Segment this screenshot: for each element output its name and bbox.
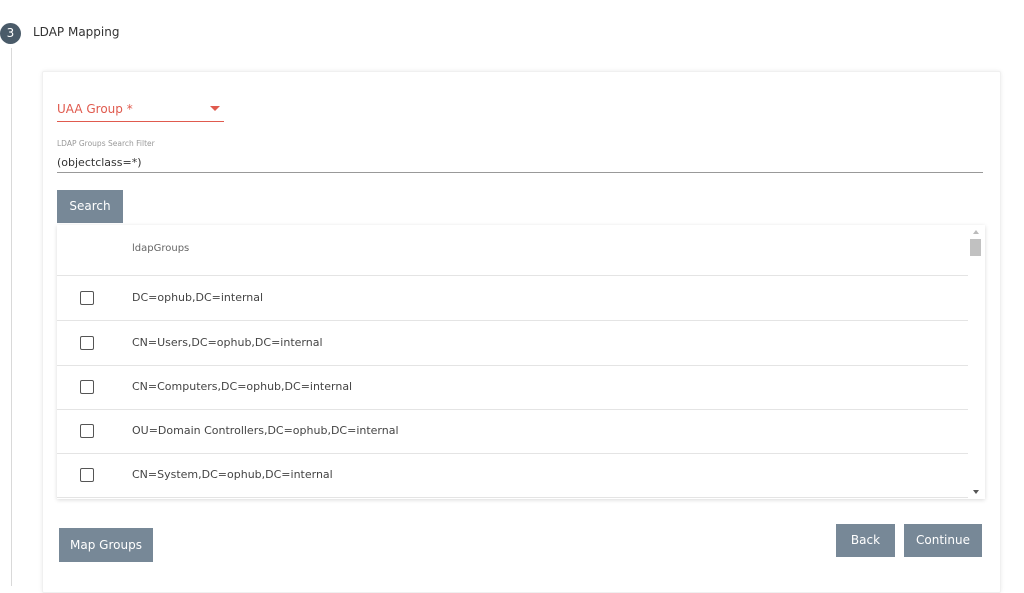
uaa-group-label: UAA Group *	[57, 102, 133, 116]
step-number-badge: 3	[0, 23, 21, 44]
row-label: CN=Computers,DC=ophub,DC=internal	[132, 380, 353, 393]
table-row: CN=Computers,DC=ophub,DC=internal	[57, 365, 968, 410]
table-scrollbar[interactable]	[968, 225, 985, 499]
search-filter-input[interactable]	[57, 153, 983, 173]
table-row: OU=Domain Controllers,DC=ophub,DC=intern…	[57, 409, 968, 454]
search-button[interactable]: Search	[57, 190, 123, 223]
caret-down-icon	[210, 106, 220, 111]
table-row: CN=Users,DC=ophub,DC=internal	[57, 321, 968, 366]
scroll-thumb[interactable]	[970, 239, 981, 256]
column-header-ldapgroups: ldapGroups	[132, 243, 190, 254]
row-checkbox[interactable]	[80, 336, 94, 350]
step-title: LDAP Mapping	[33, 25, 120, 39]
scroll-up-arrow-icon[interactable]	[973, 230, 979, 234]
table-row: CN=System,DC=ophub,DC=internal	[57, 453, 968, 498]
back-button[interactable]: Back	[836, 524, 895, 557]
row-label: DC=ophub,DC=internal	[132, 291, 264, 304]
search-filter-caption: LDAP Groups Search Filter	[57, 139, 155, 148]
uaa-group-dropdown[interactable]: UAA Group *	[57, 100, 224, 122]
row-checkbox[interactable]	[80, 380, 94, 394]
table-row: DC=ophub,DC=internal	[57, 276, 968, 321]
row-checkbox[interactable]	[80, 468, 94, 482]
row-label: OU=Domain Controllers,DC=ophub,DC=intern…	[132, 424, 399, 437]
map-groups-button[interactable]: Map Groups	[59, 528, 153, 562]
row-checkbox[interactable]	[80, 424, 94, 438]
ldap-groups-table: ldapGroups DC=ophub,DC=internal CN=Users…	[57, 225, 985, 499]
row-label: CN=System,DC=ophub,DC=internal	[132, 468, 333, 481]
scroll-down-arrow-icon[interactable]	[973, 490, 979, 494]
step-connector-line	[11, 48, 12, 586]
continue-button[interactable]: Continue	[904, 524, 982, 557]
row-checkbox[interactable]	[80, 291, 94, 305]
table-header: ldapGroups	[57, 225, 968, 276]
row-label: CN=Users,DC=ophub,DC=internal	[132, 336, 323, 349]
